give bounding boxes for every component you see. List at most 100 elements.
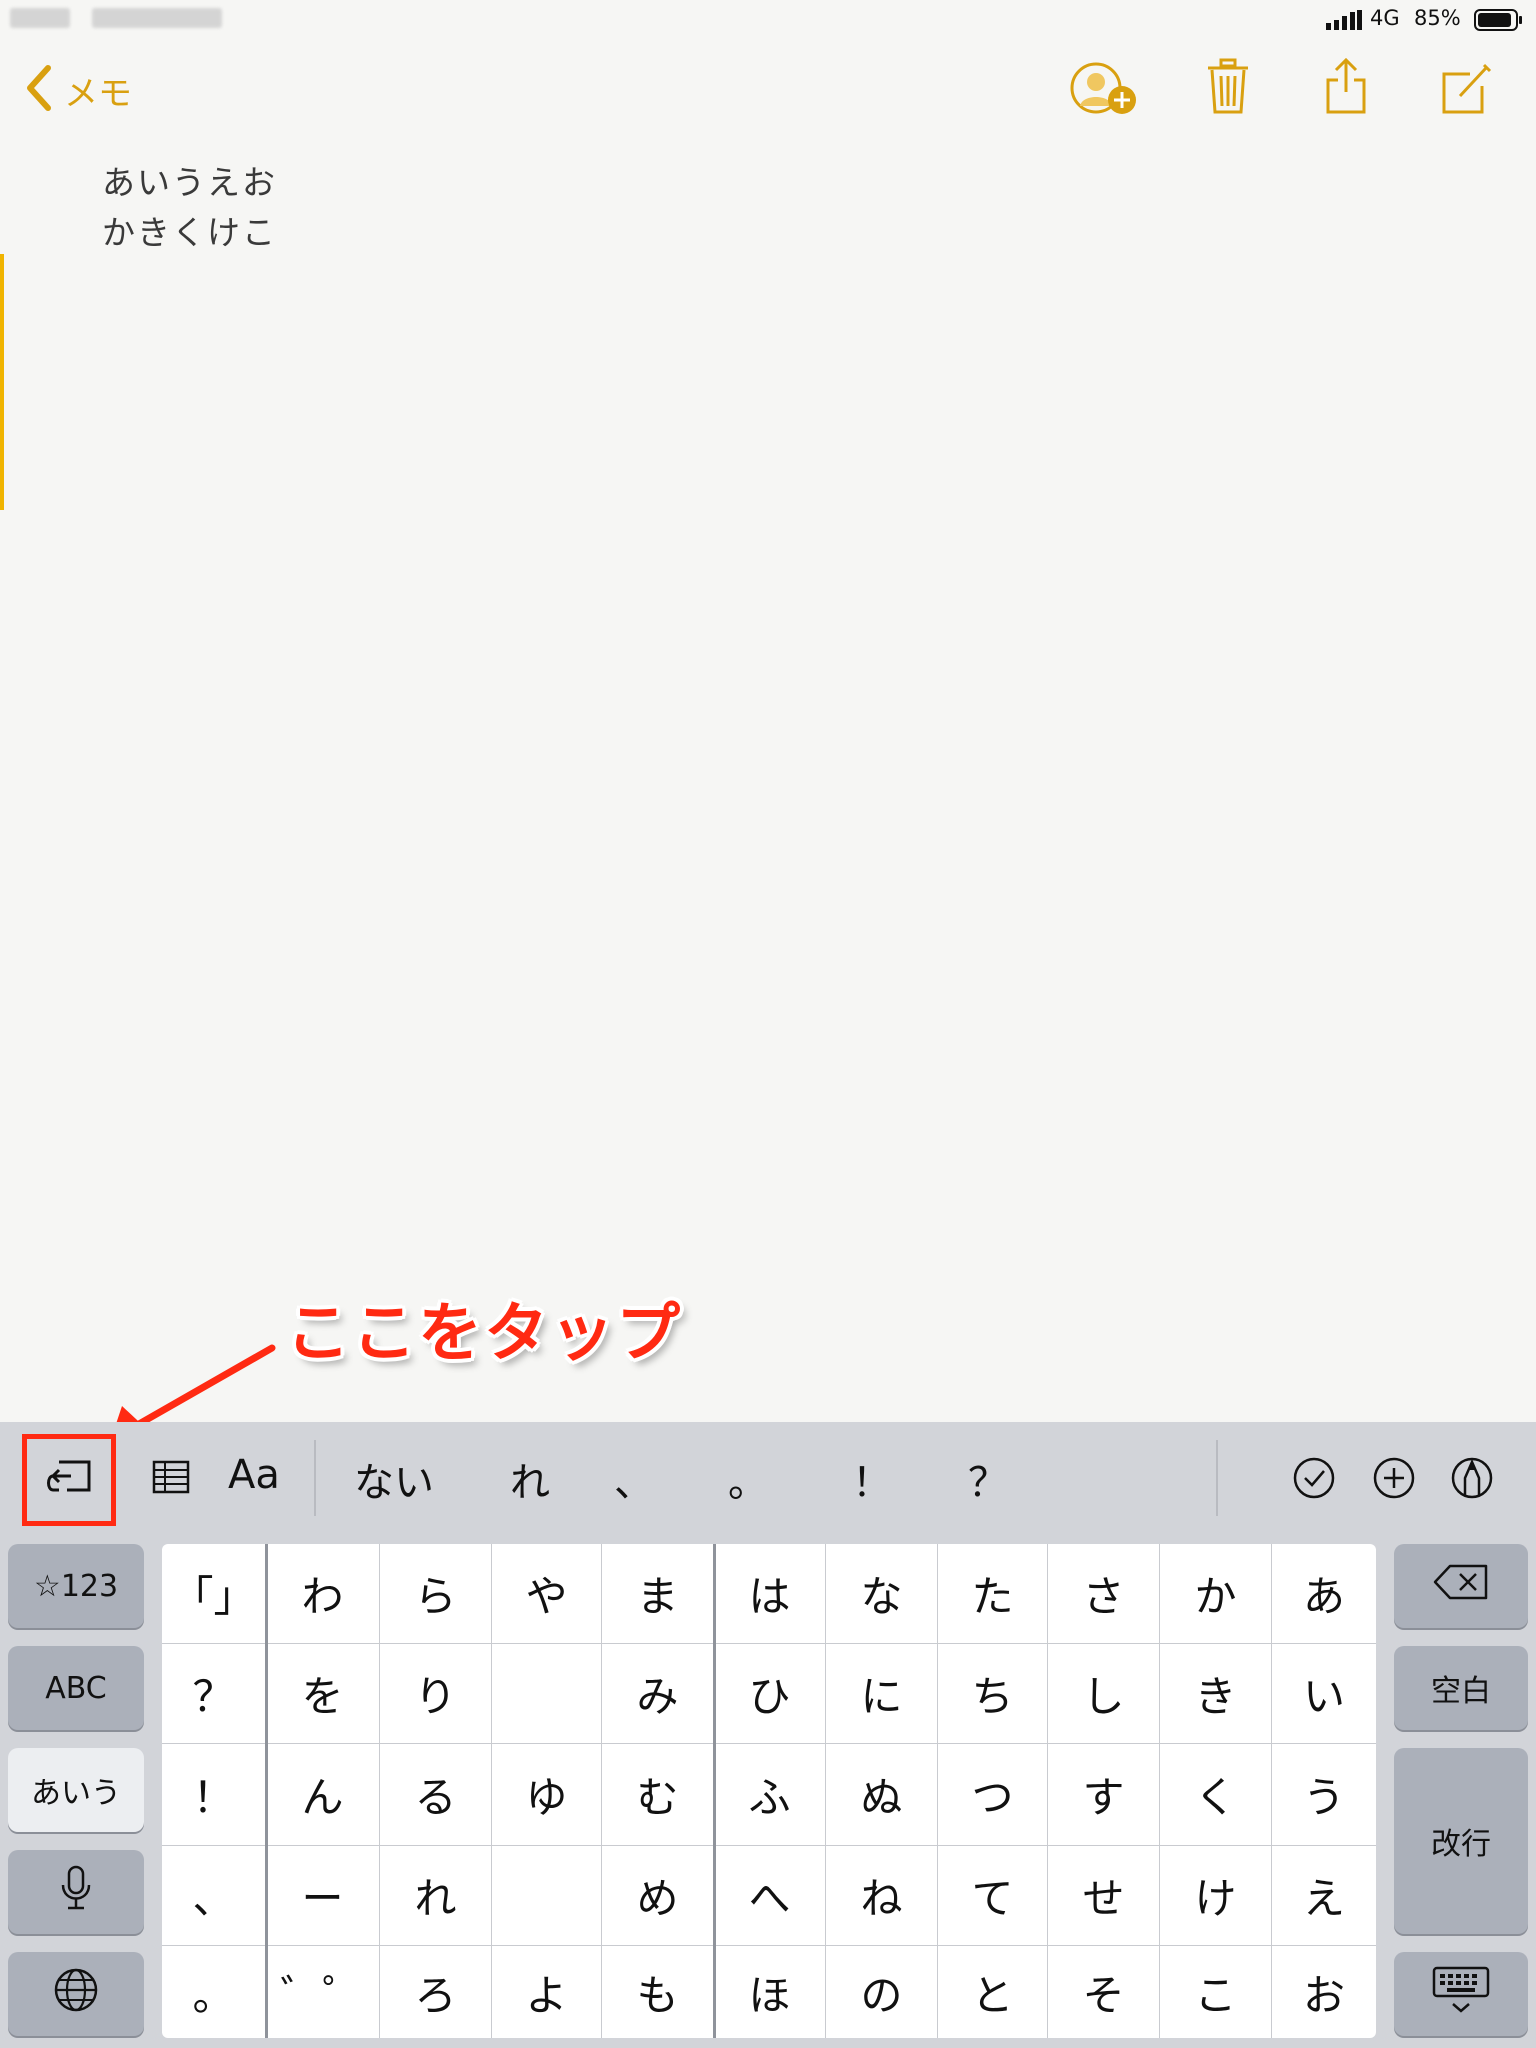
kana-key[interactable] bbox=[492, 1644, 602, 1744]
signal-icon bbox=[1326, 10, 1362, 30]
note-line[interactable]: かきくけこ bbox=[102, 206, 277, 254]
key-abc[interactable]: ABC bbox=[8, 1646, 144, 1730]
add-person-icon[interactable] bbox=[1068, 60, 1140, 120]
kana-key[interactable]: わ bbox=[266, 1544, 380, 1644]
kana-key[interactable]: ほ bbox=[714, 1946, 826, 2038]
kana-key[interactable]: せ bbox=[1048, 1846, 1160, 1946]
key-return[interactable]: 改行 bbox=[1394, 1748, 1528, 1934]
kana-key[interactable]: け bbox=[1160, 1846, 1272, 1946]
delete-icon bbox=[1432, 1563, 1490, 1609]
kana-key[interactable]: む bbox=[602, 1744, 714, 1846]
key-dictation[interactable] bbox=[8, 1850, 144, 1934]
markup-icon[interactable] bbox=[1450, 1456, 1494, 1500]
plus-circle-icon[interactable] bbox=[1372, 1456, 1416, 1500]
kana-key[interactable]: る bbox=[380, 1744, 492, 1846]
kana-key[interactable]: ？ bbox=[162, 1644, 266, 1744]
kana-key[interactable]: ゆ bbox=[492, 1744, 602, 1846]
key-space[interactable]: 空白 bbox=[1394, 1646, 1528, 1730]
kana-grid-section-divider bbox=[265, 1544, 268, 2038]
kana-key[interactable]: し bbox=[1048, 1644, 1160, 1744]
trash-icon[interactable] bbox=[1206, 58, 1250, 116]
kana-key[interactable]: そ bbox=[1048, 1946, 1160, 2038]
suggestion-item[interactable]: 、 bbox=[614, 1450, 654, 1508]
kana-key[interactable]: か bbox=[1160, 1544, 1272, 1644]
key-kana[interactable]: あいう bbox=[8, 1748, 144, 1832]
kana-key[interactable]: 。 bbox=[162, 1946, 266, 2038]
kana-key[interactable]: み bbox=[602, 1644, 714, 1744]
key-label: 改行 bbox=[1431, 1827, 1491, 1862]
kana-key[interactable]: へ bbox=[714, 1846, 826, 1946]
kana-key[interactable]: な bbox=[826, 1544, 938, 1644]
kana-key[interactable]: よ bbox=[492, 1946, 602, 2038]
format-button[interactable]: Aa bbox=[228, 1452, 280, 1498]
kana-key[interactable]: ん bbox=[266, 1744, 380, 1846]
compose-icon[interactable] bbox=[1440, 62, 1492, 116]
kana-key[interactable]: れ bbox=[380, 1846, 492, 1946]
kana-key[interactable]: ！ bbox=[162, 1744, 266, 1846]
table-icon[interactable] bbox=[152, 1460, 192, 1496]
kana-key[interactable]: た bbox=[938, 1544, 1048, 1644]
kana-grid-section-divider bbox=[713, 1544, 716, 2038]
kana-key[interactable]: う bbox=[1272, 1744, 1376, 1846]
globe-icon bbox=[53, 1967, 99, 2021]
kana-key[interactable]: ち bbox=[938, 1644, 1048, 1744]
kana-key[interactable]: ゛゜ bbox=[266, 1946, 380, 2038]
key-label: ABC bbox=[45, 1670, 107, 1706]
kana-key[interactable]: あ bbox=[1272, 1544, 1376, 1644]
suggestion-item[interactable]: ？ bbox=[968, 1450, 1008, 1508]
kana-key[interactable]: 「」 bbox=[162, 1544, 266, 1644]
kana-key[interactable]: え bbox=[1272, 1846, 1376, 1946]
suggestion-item[interactable]: 。 bbox=[728, 1450, 768, 1508]
kana-key[interactable]: の bbox=[826, 1946, 938, 2038]
suggestion-item[interactable]: ！ bbox=[852, 1450, 892, 1508]
kana-key[interactable]: ひ bbox=[714, 1644, 826, 1744]
time-label bbox=[92, 8, 222, 28]
note-line[interactable]: あいうえお bbox=[102, 156, 277, 204]
kana-key[interactable]: ら bbox=[380, 1544, 492, 1644]
kana-key[interactable]: も bbox=[602, 1946, 714, 2038]
kana-key[interactable]: く bbox=[1160, 1744, 1272, 1846]
kana-key[interactable]: め bbox=[602, 1846, 714, 1946]
kana-key[interactable]: や bbox=[492, 1544, 602, 1644]
kana-key[interactable]: に bbox=[826, 1644, 938, 1744]
battery-icon bbox=[1474, 8, 1524, 32]
kana-key[interactable]: さ bbox=[1048, 1544, 1160, 1644]
kana-key[interactable]: を bbox=[266, 1644, 380, 1744]
battery-percent: 85% bbox=[1414, 6, 1461, 30]
kana-key[interactable]: ー bbox=[266, 1846, 380, 1946]
key-delete[interactable] bbox=[1394, 1544, 1528, 1628]
kana-key[interactable]: き bbox=[1160, 1644, 1272, 1744]
kana-key[interactable]: い bbox=[1272, 1644, 1376, 1744]
kana-key[interactable]: て bbox=[938, 1846, 1048, 1946]
kana-key[interactable] bbox=[492, 1846, 602, 1946]
key-label: あいう bbox=[31, 1776, 121, 1811]
key-numbers[interactable]: ☆123 bbox=[8, 1544, 144, 1628]
kana-key[interactable]: ふ bbox=[714, 1744, 826, 1846]
key-globe[interactable] bbox=[8, 1952, 144, 2036]
back-button-label: メモ bbox=[64, 73, 132, 114]
kana-key[interactable]: す bbox=[1048, 1744, 1160, 1846]
kana-key[interactable]: こ bbox=[1160, 1946, 1272, 2038]
checklist-icon[interactable] bbox=[1292, 1456, 1336, 1500]
kana-key[interactable]: お bbox=[1272, 1946, 1376, 2038]
kana-key[interactable]: 、 bbox=[162, 1846, 266, 1946]
key-label: 空白 bbox=[1431, 1674, 1491, 1709]
back-button[interactable]: メモ bbox=[24, 64, 132, 116]
suggestion-item[interactable]: れ bbox=[510, 1450, 550, 1508]
kana-key[interactable]: は bbox=[714, 1544, 826, 1644]
share-icon[interactable] bbox=[1324, 56, 1368, 116]
insertion-bar bbox=[0, 254, 4, 510]
network-type: 4G bbox=[1370, 6, 1400, 30]
kana-key[interactable]: ぬ bbox=[826, 1744, 938, 1846]
kana-key[interactable]: り bbox=[380, 1644, 492, 1744]
kana-key[interactable]: つ bbox=[938, 1744, 1048, 1846]
kana-key-grid: 「」わらやまはなたさかあ ？をり みひにちしきい ！んるゆむふぬつすくう、ーれ めへねて… bbox=[162, 1544, 1376, 2038]
key-dismiss-keyboard[interactable] bbox=[1394, 1952, 1528, 2036]
kana-key[interactable]: ま bbox=[602, 1544, 714, 1644]
toolbar-divider bbox=[314, 1440, 316, 1516]
toolbar-divider bbox=[1216, 1440, 1218, 1516]
kana-key[interactable]: と bbox=[938, 1946, 1048, 2038]
kana-key[interactable]: ろ bbox=[380, 1946, 492, 2038]
kana-key[interactable]: ね bbox=[826, 1846, 938, 1946]
suggestion-item[interactable]: ない bbox=[354, 1450, 434, 1508]
